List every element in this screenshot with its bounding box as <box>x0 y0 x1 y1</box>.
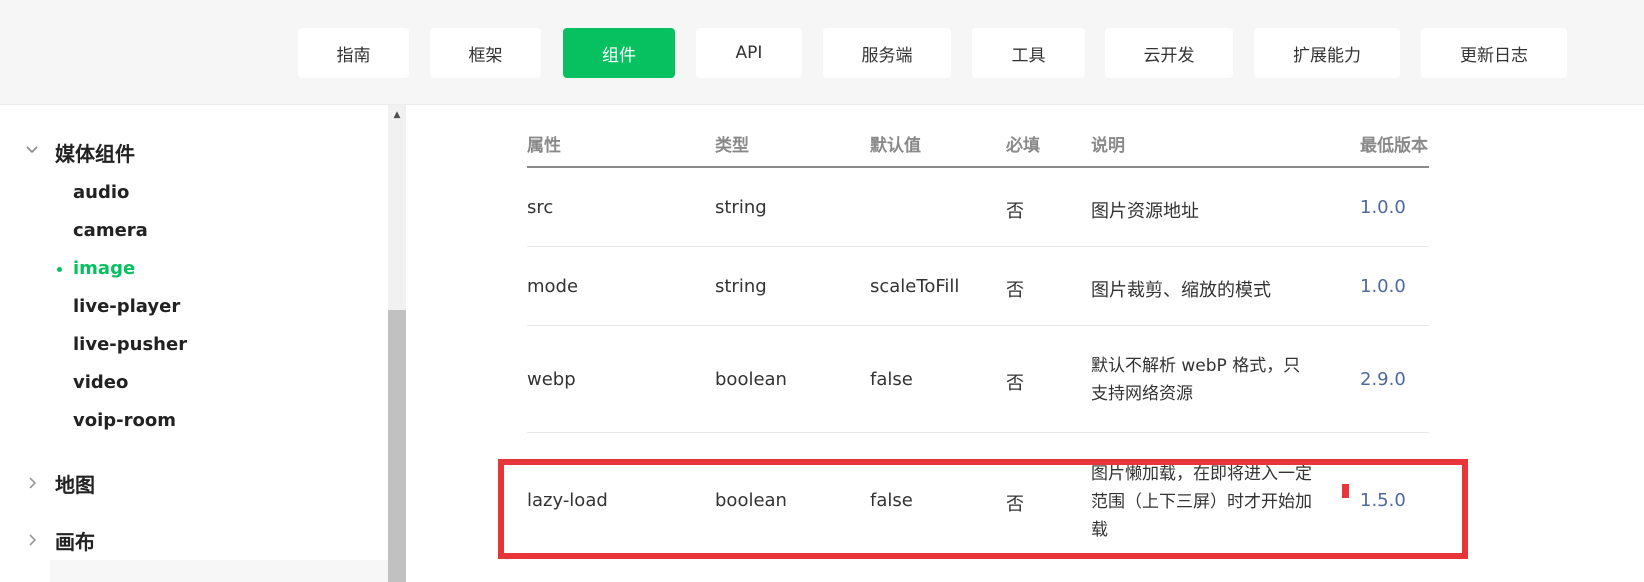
cell-attr: mode <box>527 276 579 297</box>
nav-tab-api[interactable]: API <box>696 28 802 78</box>
sidebar-item-camera[interactable]: camera <box>73 220 148 241</box>
cell-attr: src <box>527 197 554 218</box>
sidebar-item-audio[interactable]: audio <box>73 182 129 203</box>
nav-tab-framework[interactable]: 框架 <box>430 28 541 78</box>
nav-tab-guide[interactable]: 指南 <box>298 28 409 78</box>
column-header-type: 类型 <box>715 136 749 156</box>
scroll-up-arrow-icon[interactable]: ▲ <box>388 105 406 125</box>
cell-required: 否 <box>1006 201 1024 222</box>
cell-default: false <box>870 369 913 390</box>
sidebar-group-map[interactable]: 地图 <box>55 469 95 498</box>
row-divider <box>527 325 1429 326</box>
highlight-box <box>498 459 1468 559</box>
cell-version[interactable]: 1.0.0 <box>1360 276 1406 297</box>
nav-tab-server[interactable]: 服务端 <box>823 28 951 78</box>
cell-type: string <box>715 276 767 297</box>
cell-version[interactable]: 2.9.0 <box>1360 369 1406 390</box>
cell-version[interactable]: 1.0.0 <box>1360 197 1406 218</box>
nav-tab-cloud-dev[interactable]: 云开发 <box>1105 28 1233 78</box>
row-divider <box>527 432 1429 433</box>
nav-tab-changelog[interactable]: 更新日志 <box>1421 28 1567 78</box>
sidebar-group-media[interactable]: 媒体组件 <box>55 138 135 167</box>
annotation-mark <box>1342 484 1349 498</box>
cell-type: boolean <box>715 369 787 390</box>
column-header-required: 必填 <box>1006 136 1040 156</box>
row-divider <box>527 246 1429 247</box>
nav-tab-components[interactable]: 组件 <box>563 28 675 78</box>
active-dot-icon <box>57 267 62 272</box>
sidebar-item-voip-room[interactable]: voip-room <box>73 410 176 431</box>
cell-required: 否 <box>1006 280 1024 301</box>
cell-description: 默认不解析 webP 格式，只支持网络资源 <box>1091 356 1301 404</box>
column-header-min-version: 最低版本 <box>1360 136 1428 156</box>
cell-required: 否 <box>1006 373 1024 394</box>
nav-tab-tools[interactable]: 工具 <box>972 28 1085 78</box>
nav-tab-extensions[interactable]: 扩展能力 <box>1254 28 1400 78</box>
sidebar-bottom-fade <box>50 560 390 582</box>
top-nav-bar: 指南 框架 组件 API 服务端 工具 云开发 扩展能力 更新日志 <box>0 0 1644 105</box>
column-header-attr: 属性 <box>527 136 561 156</box>
column-header-default: 默认值 <box>870 136 921 156</box>
sidebar-item-live-pusher[interactable]: live-pusher <box>73 334 187 355</box>
sidebar-item-image[interactable]: image <box>73 258 135 279</box>
sidebar-group-canvas[interactable]: 画布 <box>55 526 95 555</box>
sidebar-item-video[interactable]: video <box>73 372 128 393</box>
table-header-divider <box>527 166 1429 168</box>
chevron-down-icon[interactable] <box>22 140 42 160</box>
column-header-description: 说明 <box>1091 136 1125 156</box>
cell-attr: webp <box>527 369 576 390</box>
chevron-right-icon[interactable] <box>22 530 42 550</box>
sidebar: 媒体组件 audio camera image live-player live… <box>0 105 388 582</box>
sidebar-scrollbar-thumb[interactable] <box>388 310 406 582</box>
cell-description: 图片裁剪、缩放的模式 <box>1091 280 1271 301</box>
sidebar-item-live-player[interactable]: live-player <box>73 296 180 317</box>
cell-type: string <box>715 197 767 218</box>
cell-description: 图片资源地址 <box>1091 201 1199 222</box>
chevron-right-icon[interactable] <box>22 473 42 493</box>
cell-default: scaleToFill <box>870 276 960 297</box>
